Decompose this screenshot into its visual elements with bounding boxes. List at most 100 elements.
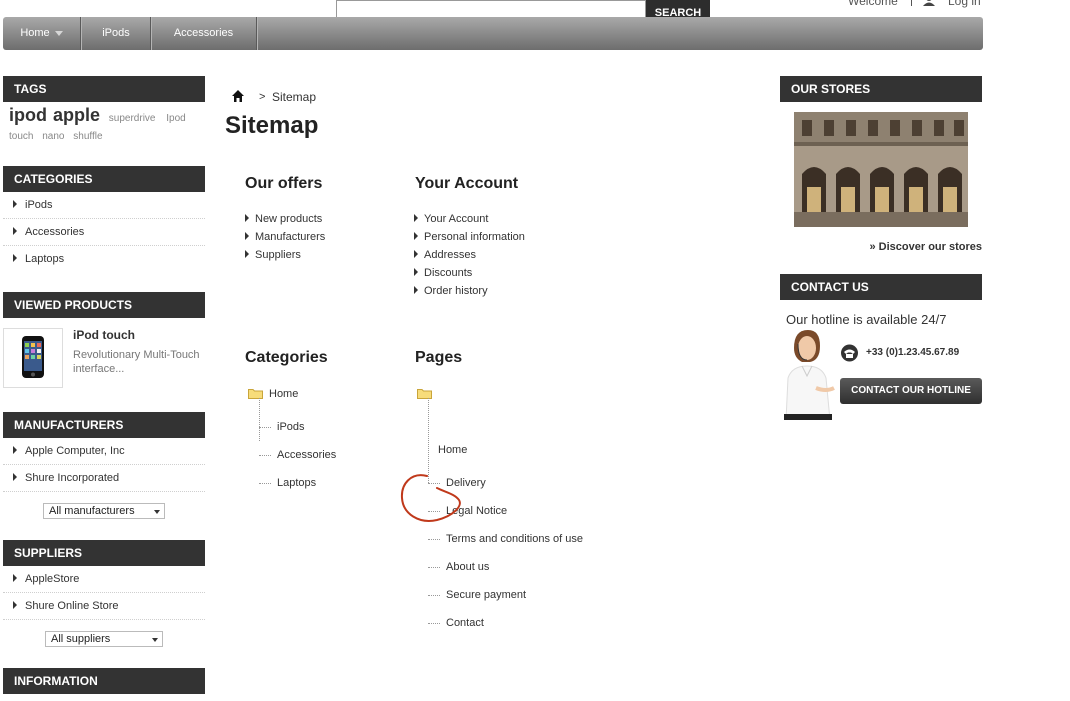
sitemap-link[interactable]: Your Account: [414, 210, 525, 228]
arrow-right-icon: [414, 286, 418, 294]
tree-connector: [428, 595, 440, 596]
tree-connector: [428, 539, 440, 540]
manufacturer-item-label: Shure Incorporated: [25, 472, 120, 484]
category-item-label: Accessories: [25, 226, 85, 238]
information-title: INFORMATION: [3, 668, 205, 694]
supplier-item-label: AppleStore: [25, 573, 80, 585]
sitemap-link[interactable]: Addresses: [414, 246, 525, 264]
tree-connector: [259, 455, 271, 456]
top-navigation: Home iPods Accessories: [3, 17, 983, 50]
viewed-products-title: VIEWED PRODUCTS: [3, 292, 205, 318]
nav-item-accessories[interactable]: Accessories: [151, 17, 256, 50]
breadcrumb-current: Sitemap: [272, 90, 317, 104]
manufacturer-item[interactable]: Apple Computer, Inc: [3, 438, 205, 465]
arrow-right-icon: [414, 232, 418, 240]
arrow-right-icon: [245, 214, 249, 222]
user-icon: [923, 0, 935, 6]
suppliers-block: SUPPLIERS AppleStore Shure Online Store: [3, 540, 205, 620]
viewed-products-block: VIEWED PRODUCTS: [3, 292, 205, 318]
tree-item-label: Accessories: [277, 449, 337, 461]
sitemap-link[interactable]: Order history: [414, 282, 525, 300]
tag-link[interactable]: ipod: [9, 105, 47, 125]
viewed-product-desc: Revolutionary Multi-Touch interface...: [73, 349, 200, 375]
breadcrumb-separator: >: [259, 91, 266, 103]
contact-hotline-button[interactable]: CONTACT OUR HOTLINE: [840, 378, 982, 404]
suppliers-select[interactable]: All suppliers: [45, 631, 163, 647]
nav-item-home[interactable]: Home: [3, 17, 80, 50]
tree-root-home[interactable]: Home: [438, 443, 1070, 457]
tag-link[interactable]: apple: [53, 105, 100, 125]
tag-link[interactable]: touch: [9, 131, 33, 142]
nav-item-ipods[interactable]: iPods: [81, 17, 151, 50]
welcome-text: Welcome: [848, 0, 898, 8]
contact-us-block: CONTACT US: [780, 274, 982, 300]
sitemap-link-label: Addresses: [424, 249, 476, 261]
tree-item[interactable]: Legal Notice: [428, 504, 1070, 518]
viewed-product-name[interactable]: iPod touch: [73, 328, 135, 342]
arrow-right-icon: [414, 268, 418, 276]
tag-link[interactable]: superdrive: [109, 113, 156, 124]
tag-link[interactable]: shuffle: [73, 131, 102, 142]
tree-line: [259, 398, 261, 441]
product-thumbnail[interactable]: [3, 328, 63, 388]
arrow-right-icon: [13, 227, 17, 235]
home-icon[interactable]: [232, 90, 244, 102]
sitemap-link[interactable]: Personal information: [414, 228, 525, 246]
login-link[interactable]: Log in: [948, 0, 981, 8]
store-photo[interactable]: [794, 112, 968, 227]
arrow-right-icon: [414, 214, 418, 222]
category-item[interactable]: Laptops: [3, 246, 205, 273]
tree-item[interactable]: Delivery: [428, 476, 1070, 490]
tree-item-label: Contact: [446, 617, 484, 629]
chevron-down-icon: [54, 30, 63, 36]
sitemap-link[interactable]: Discounts: [414, 264, 525, 282]
support-agent-image: [784, 330, 835, 420]
tree-item[interactable]: iPods: [259, 420, 1070, 434]
tag-link[interactable]: nano: [42, 131, 64, 142]
tree-item[interactable]: Secure payment: [428, 588, 1070, 602]
tree-item[interactable]: About us: [428, 560, 1070, 574]
our-offers-list: New products Manufacturers Suppliers: [245, 210, 325, 264]
sitemap-link[interactable]: New products: [245, 210, 325, 228]
chevron-down-icon: [154, 510, 160, 514]
our-stores-block: OUR STORES: [780, 76, 982, 102]
sitemap-link-label: Discounts: [424, 267, 473, 279]
arrow-right-icon: [13, 200, 17, 208]
tree-item[interactable]: Contact: [428, 616, 1070, 630]
arrow-right-icon: [13, 254, 17, 262]
manufacturers-select[interactable]: All manufacturers: [43, 503, 165, 519]
sitemap-link[interactable]: Manufacturers: [245, 228, 325, 246]
manufacturer-item[interactable]: Shure Incorporated: [3, 465, 205, 492]
category-item-label: Laptops: [25, 253, 65, 265]
sitemap-link-label: Order history: [424, 285, 488, 297]
category-item[interactable]: iPods: [3, 192, 205, 219]
manufacturer-item-label: Apple Computer, Inc: [25, 445, 125, 457]
tags-block: TAGS ipod apple superdrive Ipod touch nan…: [3, 76, 205, 146]
manufacturers-title: MANUFACTURERS: [3, 412, 205, 438]
supplier-item[interactable]: Shure Online Store: [3, 593, 205, 620]
contact-us-title: CONTACT US: [780, 274, 982, 300]
phone-icon: [841, 344, 858, 362]
sitemap-link-label: Suppliers: [255, 249, 301, 261]
annotation-circle: [400, 474, 461, 522]
your-account-title: Your Account: [415, 175, 519, 192]
arrow-right-icon: [13, 446, 17, 454]
tag-link[interactable]: Ipod: [166, 113, 185, 124]
sitemap-link-label: Your Account: [424, 213, 489, 225]
nav-item-ipods-label: iPods: [102, 27, 130, 39]
tree-item-label: Terms and conditions of use: [446, 533, 583, 545]
our-offers-title: Our offers: [245, 175, 323, 192]
tree-item-label: About us: [446, 561, 490, 573]
arrow-right-icon: [245, 232, 249, 240]
arrow-right-icon: [13, 574, 17, 582]
discover-stores-link[interactable]: » Discover our stores: [780, 241, 983, 253]
supplier-item[interactable]: AppleStore: [3, 566, 205, 593]
chevron-down-icon: [152, 638, 158, 642]
categories-title: CATEGORIES: [3, 166, 205, 192]
tree-item-label: Laptops: [277, 477, 317, 489]
arrow-right-icon: [414, 250, 418, 258]
sitemap-link[interactable]: Suppliers: [245, 246, 325, 264]
tree-item[interactable]: Terms and conditions of use: [428, 532, 1070, 546]
suppliers-title: SUPPLIERS: [3, 540, 205, 566]
category-item[interactable]: Accessories: [3, 219, 205, 246]
